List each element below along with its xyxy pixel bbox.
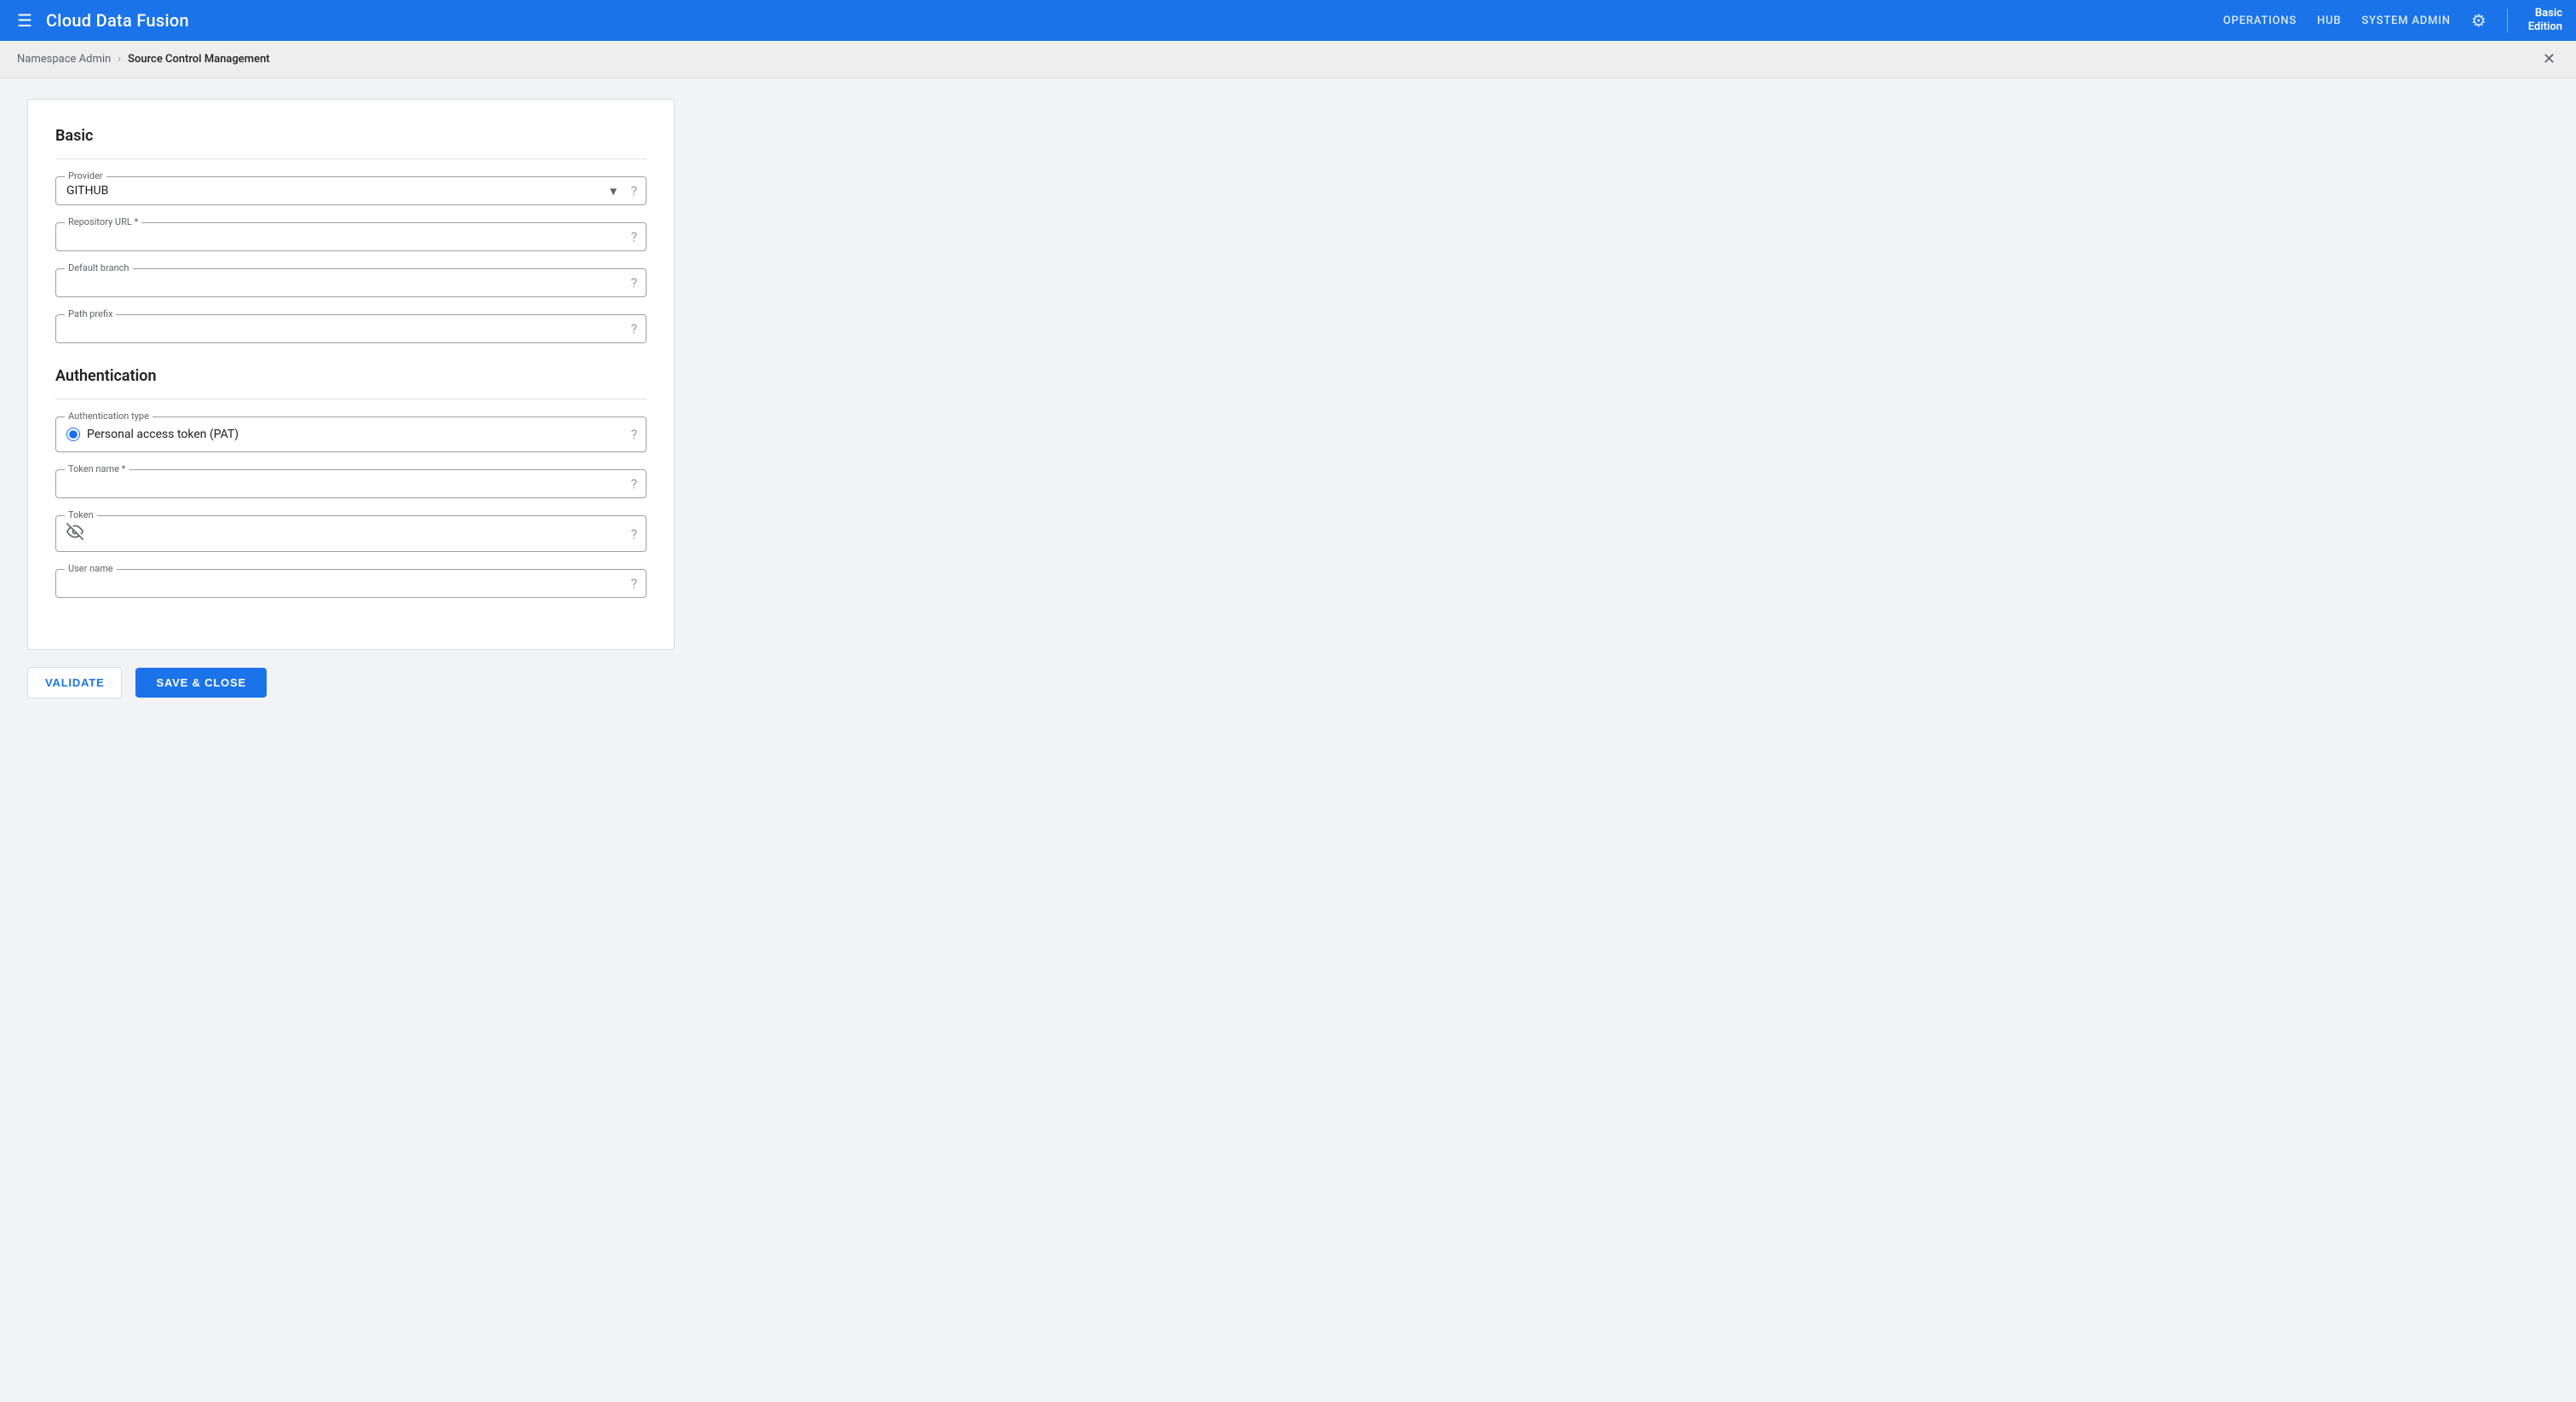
auth-section-title: Authentication — [55, 367, 647, 385]
settings-icon[interactable]: ⚙ — [2471, 10, 2487, 31]
authentication-section: Authentication Authentication type Perso… — [55, 367, 647, 598]
form-card: Basic Provider GITHUB GITLAB BITBUCKET ▾… — [27, 99, 675, 650]
user-name-input[interactable] — [66, 577, 612, 590]
token-input-row — [66, 523, 612, 544]
token-name-help-icon[interactable]: ? — [630, 476, 637, 492]
nav-operations[interactable]: OPERATIONS — [2223, 14, 2297, 27]
path-prefix-wrapper: Path prefix ? — [55, 314, 647, 343]
token-input[interactable] — [89, 527, 612, 541]
user-name-field-group: User name ? — [55, 569, 647, 598]
repository-url-label: Repository URL — [65, 215, 141, 228]
nav-divider — [2507, 9, 2508, 32]
eye-hidden-icon[interactable] — [66, 523, 83, 544]
default-branch-label: Default branch — [65, 261, 133, 274]
default-branch-help-icon[interactable]: ? — [630, 275, 637, 291]
token-name-wrapper: Token name ? — [55, 469, 647, 498]
basic-section-title: Basic — [55, 127, 647, 145]
repository-url-field-group: Repository URL ? — [55, 222, 647, 251]
path-prefix-help-icon[interactable]: ? — [630, 321, 637, 337]
pat-radio-label[interactable]: Personal access token (PAT) — [87, 428, 239, 441]
save-close-button[interactable]: SAVE & CLOSE — [135, 668, 266, 698]
repository-url-wrapper: Repository URL ? — [55, 222, 647, 251]
repository-url-input[interactable] — [66, 230, 612, 244]
nav-system-admin[interactable]: SYSTEM ADMIN — [2361, 14, 2450, 27]
path-prefix-input[interactable] — [66, 322, 612, 336]
close-icon[interactable]: ✕ — [2539, 47, 2559, 72]
provider-wrapper: Provider GITHUB GITLAB BITBUCKET ▾ ? — [55, 176, 647, 205]
default-branch-wrapper: Default branch ? — [55, 268, 647, 297]
token-help-icon[interactable]: ? — [630, 526, 637, 542]
token-name-label: Token name — [65, 463, 129, 475]
token-name-input[interactable] — [66, 477, 612, 491]
app-title: Cloud Data Fusion — [46, 10, 2213, 31]
default-branch-field-group: Default branch ? — [55, 268, 647, 297]
user-name-help-icon[interactable]: ? — [630, 576, 637, 592]
token-name-field-group: Token name ? — [55, 469, 647, 498]
top-navigation: ☰ Cloud Data Fusion OPERATIONS HUB SYSTE… — [0, 0, 2576, 41]
breadcrumb-parent[interactable]: Namespace Admin — [17, 53, 111, 66]
nav-hub[interactable]: HUB — [2317, 14, 2341, 27]
user-name-wrapper: User name ? — [55, 569, 647, 598]
provider-select[interactable]: GITHUB GITLAB BITBUCKET — [66, 184, 612, 198]
nav-right-section: OPERATIONS HUB SYSTEM ADMIN ⚙ BasicEditi… — [2223, 7, 2562, 33]
main-content: Basic Provider GITHUB GITLAB BITBUCKET ▾… — [0, 78, 1278, 726]
path-prefix-field-group: Path prefix ? — [55, 314, 647, 343]
button-row: VALIDATE SAVE & CLOSE — [27, 650, 1251, 705]
default-branch-input[interactable] — [66, 276, 612, 290]
token-field-group: Token ? — [55, 515, 647, 552]
user-name-label: User name — [65, 562, 117, 575]
repository-url-help-icon[interactable]: ? — [630, 229, 637, 245]
breadcrumb-separator: › — [118, 53, 121, 66]
auth-type-help-icon[interactable]: ? — [630, 427, 637, 443]
basic-section-divider — [55, 158, 647, 159]
breadcrumb-current: Source Control Management — [128, 53, 270, 66]
menu-icon[interactable]: ☰ — [14, 7, 36, 34]
auth-type-wrapper: Authentication type Personal access toke… — [55, 417, 647, 452]
provider-field-group: Provider GITHUB GITLAB BITBUCKET ▾ ? — [55, 176, 647, 205]
path-prefix-label: Path prefix — [65, 307, 116, 320]
token-label: Token — [65, 509, 97, 521]
edition-label: BasicEdition — [2528, 7, 2562, 33]
token-wrapper: Token ? — [55, 515, 647, 552]
auth-type-radio-group: Personal access token (PAT) — [66, 428, 612, 441]
breadcrumb-bar: Namespace Admin › Source Control Managem… — [0, 41, 2576, 78]
provider-label: Provider — [65, 170, 106, 182]
pat-radio[interactable] — [66, 428, 80, 441]
provider-help-icon[interactable]: ? — [630, 183, 637, 199]
auth-type-label: Authentication type — [65, 410, 152, 422]
validate-button[interactable]: VALIDATE — [27, 667, 122, 698]
basic-section: Basic Provider GITHUB GITLAB BITBUCKET ▾… — [55, 127, 647, 343]
auth-type-field-group: Authentication type Personal access toke… — [55, 417, 647, 452]
